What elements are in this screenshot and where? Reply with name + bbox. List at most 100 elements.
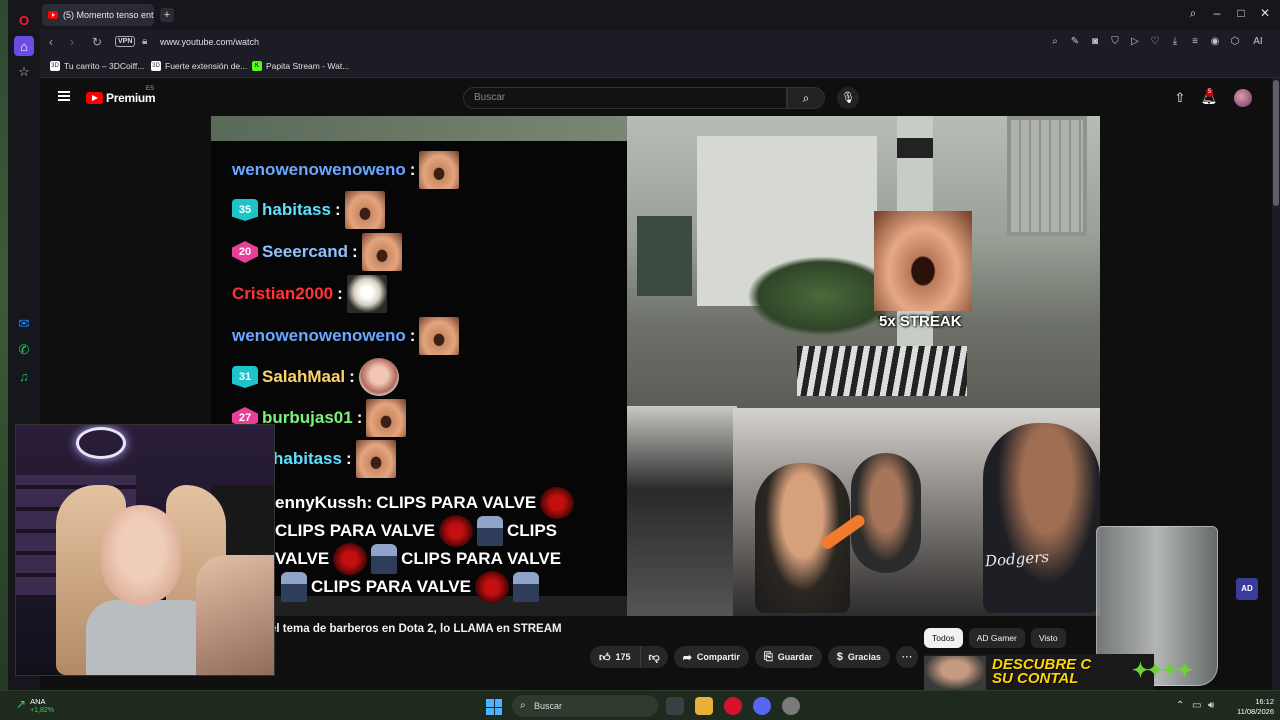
- share-icon: ➦: [682, 651, 692, 664]
- bookmark-item[interactable]: K Papita Stream - Wat...: [252, 61, 349, 71]
- thanks-button[interactable]: $ Gracias: [827, 646, 890, 668]
- video-thumbnail: [924, 656, 986, 690]
- discord-icon[interactable]: [753, 697, 771, 715]
- man-emote-icon: [476, 516, 503, 546]
- home-icon[interactable]: ⌂: [14, 36, 34, 56]
- maximize-button[interactable]: □: [1232, 6, 1250, 20]
- extension-icons: ⌕ ✎ ◙ ⛉ ▷ ♡ ⤓ ≡ ◉ ⬡ AI: [1048, 34, 1268, 50]
- windows-taskbar: ↗ ANA +1,82% ⌕ Buscar ⌃ ▭ 🔊︎ 16:12 11/08/…: [0, 690, 1280, 720]
- reload-button[interactable]: ↻: [92, 35, 102, 49]
- share-button[interactable]: ➦ Compartir: [673, 646, 749, 668]
- zoom-icon[interactable]: ⌕: [1048, 34, 1062, 50]
- stock-widget[interactable]: ↗ ANA +1,82%: [16, 697, 54, 715]
- opera-logo-icon[interactable]: O: [14, 10, 34, 30]
- bookmark-item[interactable]: 3D Tu carrito – 3DCoiff...: [50, 61, 144, 71]
- avatar[interactable]: [1234, 89, 1252, 107]
- gate: [637, 216, 692, 296]
- chip-ad-gamer[interactable]: AD Gamer: [968, 628, 1025, 648]
- car-camera-feed: Dodgers: [733, 408, 1100, 616]
- chip-watched[interactable]: Visto: [1030, 628, 1066, 648]
- tab-title: (5) Momento tenso entre: [63, 10, 154, 20]
- chip-all[interactable]: Todos: [924, 628, 963, 648]
- laughing-emote-icon: [419, 151, 460, 189]
- video-title: el tema de barberos en Dota 2, lo LLAMA …: [270, 623, 562, 635]
- cat-emote-icon: [346, 275, 387, 313]
- search-tabs-icon[interactable]: ⌕: [1184, 6, 1202, 21]
- page-scrollbar[interactable]: [1272, 78, 1280, 690]
- shield-icon[interactable]: ⛉: [1108, 34, 1122, 50]
- lock-icon[interactable]: 🔒︎: [142, 36, 147, 47]
- video-player[interactable]: wenowenowenoweno: 35 habitass: 20 Seeercan…: [211, 116, 1100, 616]
- youtube-header: Premium ES Buscar ⌕ 🎙︎ ⇧ 🔔︎ 5: [40, 78, 1272, 116]
- close-button[interactable]: ✕: [1256, 6, 1274, 20]
- upload-icon[interactable]: ⇧: [1171, 89, 1189, 107]
- star-icon[interactable]: ☆: [14, 62, 34, 82]
- start-button[interactable]: [486, 699, 502, 715]
- neon-planet-sign: [76, 427, 126, 459]
- recommendation-chips: Todos AD Gamer Visto: [924, 628, 1066, 648]
- youtube-favicon-icon: [48, 11, 58, 19]
- laughing-emote-icon: [366, 399, 407, 437]
- steam-icon[interactable]: [782, 697, 800, 715]
- video-actions: 👍︎ 175 👎︎ ➦ Compartir ⎘ Guardar $ Gracias ⋯: [590, 646, 918, 668]
- camera-icon[interactable]: ◙: [1088, 34, 1102, 50]
- file-explorer-icon[interactable]: [695, 697, 713, 715]
- network-icon[interactable]: ▭: [1192, 700, 1201, 711]
- menu-icon[interactable]: ≡: [1188, 34, 1202, 50]
- search-input[interactable]: Buscar: [463, 87, 787, 109]
- recommended-video[interactable]: DESCUBRE C SU CONTAL: [924, 654, 1154, 690]
- thumbs-down-icon: 👎︎: [648, 651, 660, 664]
- search-button[interactable]: ⌕: [787, 87, 825, 109]
- sub-badge-icon: 20: [232, 241, 258, 263]
- download-icon[interactable]: ⤓: [1168, 34, 1182, 50]
- url-field[interactable]: www.youtube.com/watch: [160, 37, 259, 47]
- youtube-logo[interactable]: Premium ES: [86, 86, 156, 105]
- aria-ai-icon[interactable]: AI: [1248, 34, 1268, 50]
- like-button[interactable]: 👍︎ 175: [590, 646, 641, 668]
- scrollbar-thumb[interactable]: [1273, 80, 1279, 206]
- microphone-icon[interactable]: 🎙︎: [837, 87, 859, 109]
- channel-watermark[interactable]: AD: [1236, 578, 1258, 600]
- forward-button[interactable]: ›: [70, 35, 74, 49]
- streamer-arm: [196, 555, 274, 675]
- clock[interactable]: 16:12 11/08/2026: [1226, 697, 1274, 717]
- laughing-emote-icon: [344, 191, 385, 229]
- man-emote-icon: [512, 572, 539, 602]
- vpn-badge[interactable]: VPN: [115, 36, 136, 47]
- youtube-play-icon: [86, 92, 103, 104]
- extensions-icon[interactable]: ⬡: [1228, 34, 1242, 50]
- new-tab-button[interactable]: +: [160, 8, 174, 22]
- bookmarks-bar: 3D Tu carrito – 3DCoiff... 3D Fuerte exten…: [40, 56, 1280, 78]
- chat-message: wenowenowenoweno:: [232, 151, 460, 189]
- opera-icon[interactable]: [724, 697, 742, 715]
- bookmark-favicon-icon: 3D: [50, 61, 60, 71]
- laughing-emote-icon: [361, 233, 402, 271]
- man-emote-icon: [371, 544, 398, 574]
- save-button[interactable]: ⎘ Guardar: [754, 646, 822, 668]
- dislike-button[interactable]: 👎︎: [640, 646, 668, 668]
- taskbar-search[interactable]: ⌕ Buscar: [512, 695, 658, 717]
- like-dislike-group: 👍︎ 175 👎︎: [590, 646, 668, 668]
- spotify-icon[interactable]: ♫: [14, 366, 34, 386]
- chat-message: 35 habitass:: [232, 191, 385, 229]
- profile-icon[interactable]: ◉: [1208, 34, 1222, 50]
- trend-up-icon: ↗: [16, 697, 27, 711]
- person: [851, 453, 921, 573]
- car-seat: [627, 406, 737, 616]
- back-button[interactable]: ‹: [49, 35, 53, 49]
- play-icon[interactable]: ▷: [1128, 34, 1142, 50]
- bookmark-item[interactable]: 3D Fuerte extensión de...: [151, 61, 247, 71]
- volume-icon[interactable]: 🔊︎: [1208, 700, 1214, 711]
- minimize-button[interactable]: –: [1208, 6, 1226, 20]
- hamburger-menu-icon[interactable]: [58, 91, 70, 101]
- tab-youtube[interactable]: (5) Momento tenso entre: [42, 4, 154, 26]
- more-options-button[interactable]: ⋯: [895, 646, 918, 668]
- whatsapp-icon[interactable]: ✆: [14, 340, 34, 360]
- chevron-up-icon[interactable]: ⌃: [1176, 700, 1184, 711]
- edit-icon[interactable]: ✎: [1068, 34, 1082, 50]
- dollar-icon: $: [836, 651, 843, 663]
- messenger-icon[interactable]: ✉: [14, 314, 34, 334]
- person: [983, 423, 1100, 613]
- task-view-icon[interactable]: [666, 697, 684, 715]
- heart-icon[interactable]: ♡: [1148, 34, 1162, 50]
